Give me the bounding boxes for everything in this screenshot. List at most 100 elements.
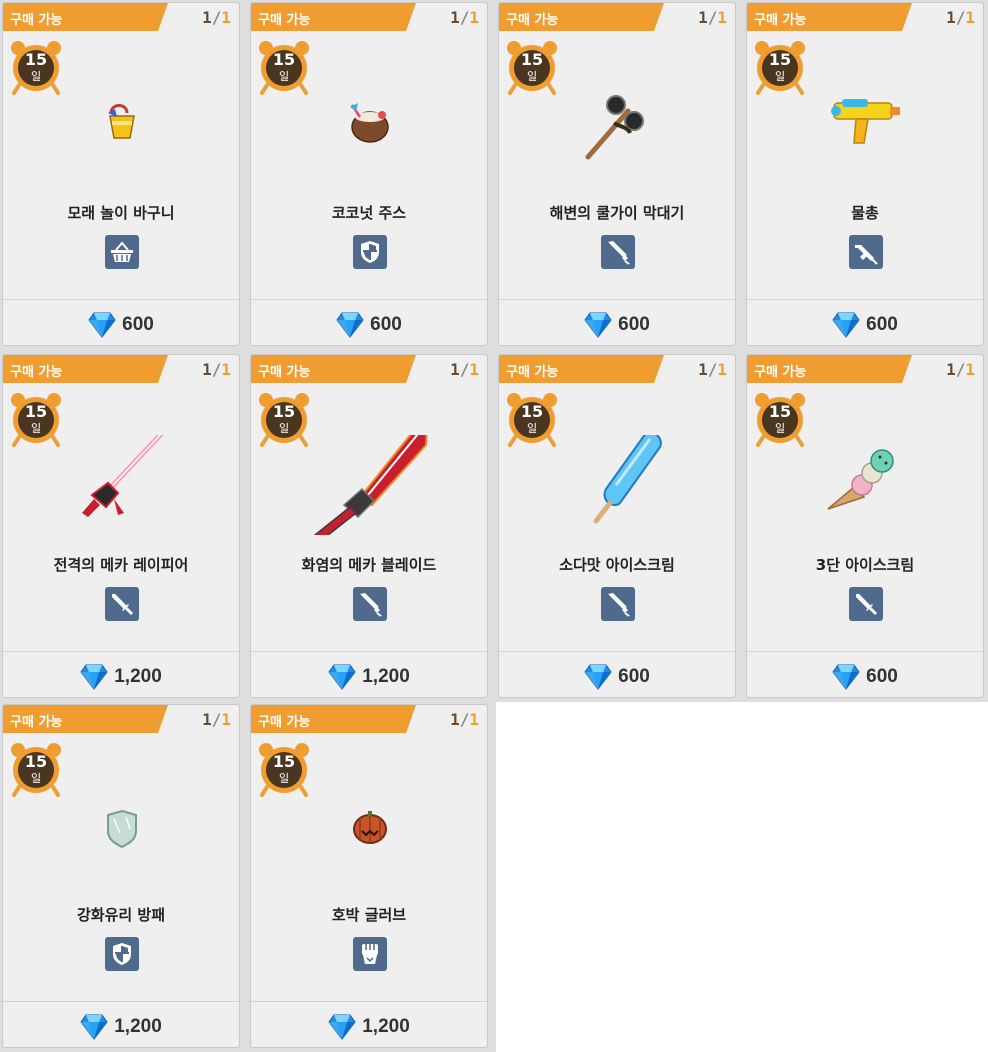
- count-separator: /: [459, 360, 470, 379]
- item-name: 물총: [851, 204, 879, 222]
- item-type-badge: [353, 937, 387, 971]
- count-separator: /: [707, 360, 718, 379]
- purchased-count: 1: [946, 360, 956, 379]
- divider: [499, 651, 735, 652]
- shop-item-card[interactable]: 구매 가능 1/1 15 일 물총 600: [746, 2, 984, 346]
- count-separator: /: [459, 8, 470, 27]
- price-area: 1,200: [251, 1011, 487, 1043]
- divider: [3, 299, 239, 300]
- diamond-gem-icon: [336, 312, 364, 338]
- status-banner: 구매 가능: [499, 3, 664, 31]
- divider: [251, 299, 487, 300]
- price-area: 1,200: [251, 661, 487, 693]
- duration-unit: 일: [774, 422, 786, 435]
- status-banner: 구매 가능: [747, 3, 912, 31]
- shop-item-card[interactable]: 구매 가능 1/1 15 일 화염의 메카 블레이드 1,200: [250, 354, 488, 698]
- count-separator: /: [955, 8, 966, 27]
- shield-icon: [109, 941, 135, 967]
- shop-item-card[interactable]: 구매 가능 1/1 15 일 코코넛 주스 600: [250, 2, 488, 346]
- diamond-gem-icon: [832, 312, 860, 338]
- count-separator: /: [459, 710, 470, 729]
- price-value: 600: [122, 314, 154, 335]
- sunglasses-stick-image: [585, 95, 644, 160]
- divider: [251, 651, 487, 652]
- duration-value: 15: [24, 50, 48, 69]
- status-label: 구매 가능: [10, 715, 63, 730]
- item-type-badge: [849, 587, 883, 621]
- count-separator: /: [211, 8, 222, 27]
- shop-item-card[interactable]: 구매 가능 1/1 15 일 소다맛 아이스크림 600: [498, 354, 736, 698]
- item-type-badge: [353, 587, 387, 621]
- duration-unit: 일: [278, 422, 290, 435]
- status-banner: 구매 가능: [251, 355, 416, 383]
- shop-item-card[interactable]: 구매 가능 1/1 15 일 호박 글러브 1,200: [250, 704, 488, 1048]
- shop-item-card[interactable]: 구매 가능 1/1 15 일 전격의 메카 레이피어 1,200: [2, 354, 240, 698]
- shop-item-card[interactable]: 구매 가능 1/1 15 일 모래 놀이 바구니 600: [2, 2, 240, 346]
- duration-value: 15: [520, 402, 544, 421]
- status-label: 구매 가능: [754, 365, 807, 380]
- item-type-badge: [105, 587, 139, 621]
- sand-bucket-image: [108, 104, 135, 139]
- diamond-gem-icon: [80, 664, 108, 690]
- duration-value: 15: [272, 50, 296, 69]
- blade-icon: [357, 591, 383, 617]
- status-banner: 구매 가능: [499, 355, 664, 383]
- coconut-juice-image: [350, 103, 389, 143]
- item-type-badge: [601, 587, 635, 621]
- duration-unit: 일: [774, 70, 786, 83]
- item-name: 코코넛 주스: [331, 204, 407, 222]
- purchased-count: 1: [698, 8, 708, 27]
- purchase-count: 1/1: [946, 8, 975, 27]
- glass-shield-image: [107, 809, 137, 849]
- shop-item-card[interactable]: 구매 가능 1/1 15 일 강화유리 방패 1,200: [2, 704, 240, 1048]
- basket-icon: [109, 239, 135, 265]
- item-name: 강화유리 방패: [76, 906, 166, 924]
- price-area: 600: [499, 661, 735, 693]
- item-type-badge: [105, 937, 139, 971]
- item-type-badge: [601, 235, 635, 269]
- price-value: 600: [370, 314, 402, 335]
- item-type-badge: [353, 235, 387, 269]
- count-separator: /: [211, 360, 222, 379]
- status-banner: 구매 가능: [3, 355, 168, 383]
- purchased-count: 1: [450, 8, 460, 27]
- fist-icon: [357, 941, 383, 967]
- duration-unit: 일: [30, 70, 42, 83]
- purchase-count: 1/1: [202, 360, 231, 379]
- count-separator: /: [955, 360, 966, 379]
- diamond-gem-icon: [328, 664, 356, 690]
- item-name: 해변의 쿨가이 막대기: [549, 204, 685, 222]
- price-value: 1,200: [362, 1016, 410, 1037]
- sword-icon: [109, 591, 135, 617]
- diamond-gem-icon: [584, 312, 612, 338]
- water-gun-image: [831, 99, 900, 144]
- duration-unit: 일: [526, 70, 538, 83]
- diamond-gem-icon: [328, 1014, 356, 1040]
- purchase-count: 1/1: [698, 360, 727, 379]
- purchase-limit: 1: [221, 710, 231, 729]
- shop-item-card[interactable]: 구매 가능 1/1 15 일 해변의 쿨가이 막대기 600: [498, 2, 736, 346]
- purchased-count: 1: [698, 360, 708, 379]
- duration-value: 15: [272, 752, 296, 771]
- item-name: 전격의 메카 레이피어: [53, 556, 189, 574]
- price-area: 1,200: [3, 661, 239, 693]
- price-value: 1,200: [114, 666, 162, 687]
- duration-value: 15: [768, 402, 792, 421]
- divider: [3, 1001, 239, 1002]
- gun-icon: [853, 239, 879, 265]
- divider: [499, 299, 735, 300]
- price-area: 600: [251, 309, 487, 341]
- status-banner: 구매 가능: [251, 705, 416, 733]
- status-banner: 구매 가능: [3, 705, 168, 733]
- duration-unit: 일: [30, 422, 42, 435]
- purchase-limit: 1: [965, 360, 975, 379]
- shop-item-card[interactable]: 구매 가능 1/1 15 일 3단 아이스크림 600: [746, 354, 984, 698]
- purchase-count: 1/1: [450, 710, 479, 729]
- duration-unit: 일: [278, 70, 290, 83]
- price-value: 600: [866, 314, 898, 335]
- diamond-gem-icon: [88, 312, 116, 338]
- status-label: 구매 가능: [10, 13, 63, 28]
- purchase-limit: 1: [469, 360, 479, 379]
- purchase-count: 1/1: [202, 710, 231, 729]
- price-area: 600: [3, 309, 239, 341]
